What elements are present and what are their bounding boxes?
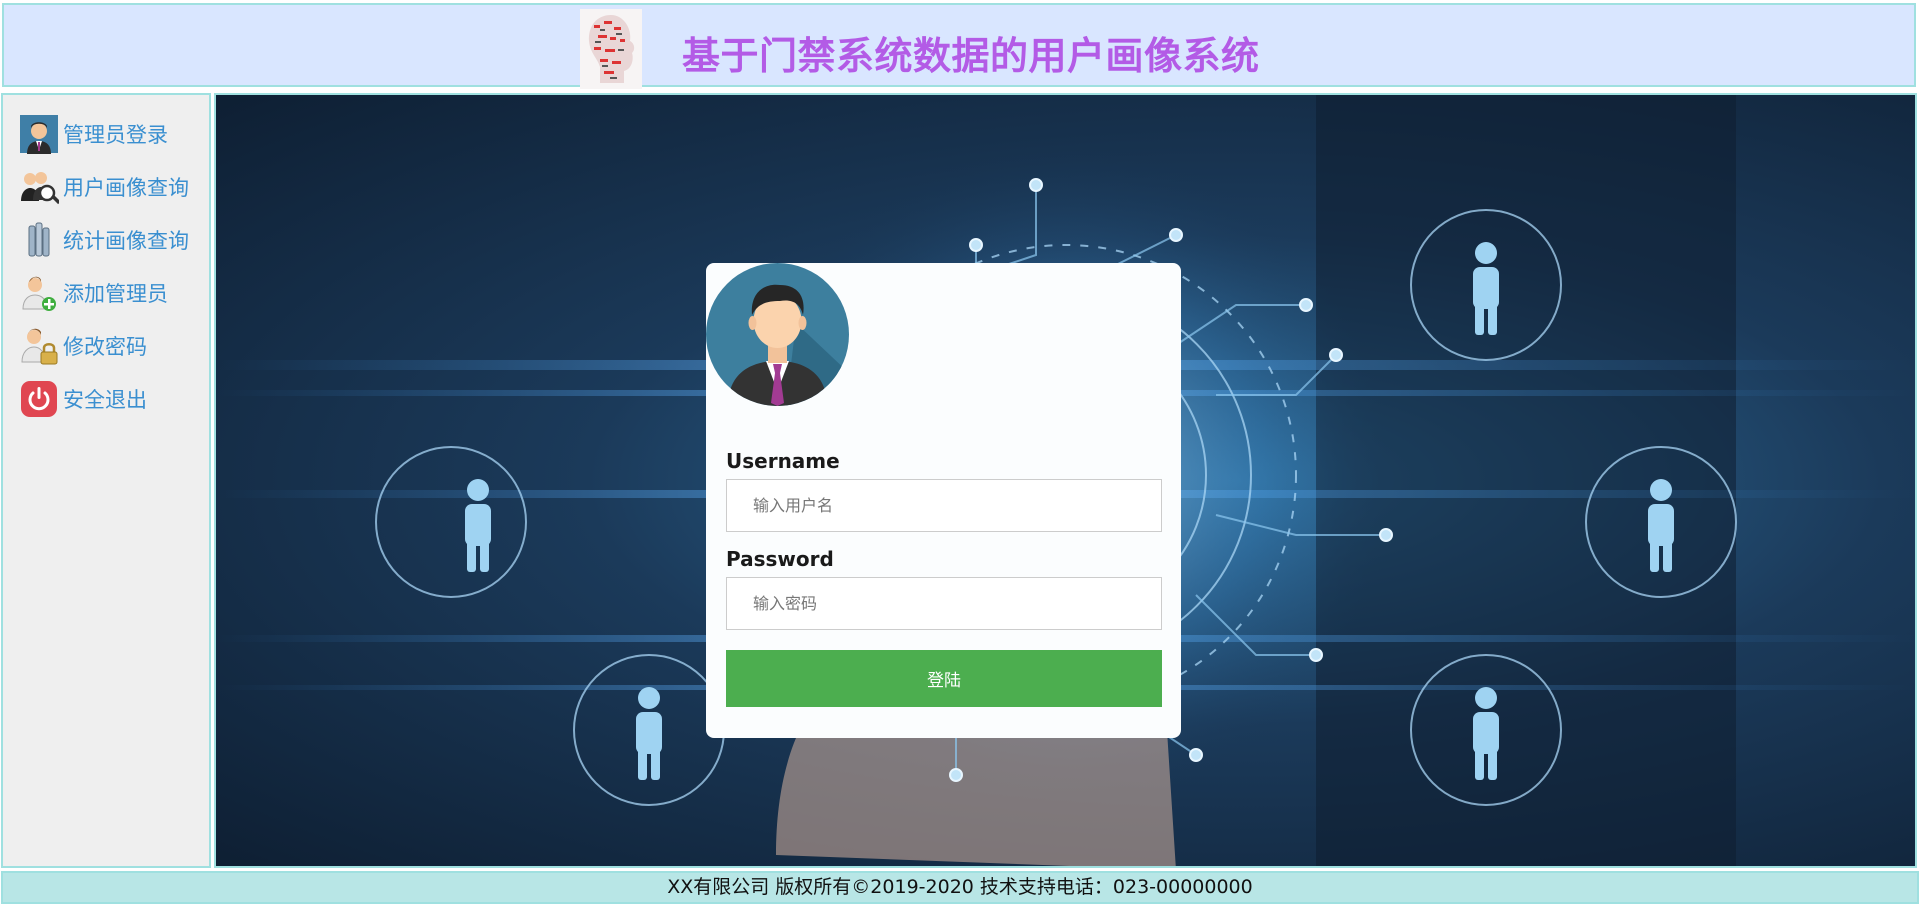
sidebar-item-label: 添加管理员 bbox=[63, 282, 168, 306]
password-input[interactable] bbox=[726, 577, 1162, 630]
sidebar-item-change-password[interactable]: 修改密码 bbox=[19, 326, 147, 366]
admin-avatar-icon bbox=[20, 115, 58, 154]
login-button[interactable]: 登陆 bbox=[726, 650, 1162, 707]
logo-icon bbox=[580, 9, 642, 89]
footer: XX有限公司 版权所有©2019-2020 技术支持电话：023-0000000… bbox=[1, 871, 1919, 904]
copyright-text: XX有限公司 版权所有©2019-2020 技术支持电话：023-0000000… bbox=[667, 876, 1253, 898]
user-avatar-icon bbox=[706, 263, 849, 406]
page-title: 基于门禁系统数据的用户画像系统 bbox=[682, 34, 1260, 78]
sidebar-item-label: 管理员登录 bbox=[63, 123, 168, 147]
user-lock-icon bbox=[21, 328, 58, 365]
sidebar-item-admin-login[interactable]: 管理员登录 bbox=[19, 114, 168, 154]
username-label: Username bbox=[726, 449, 840, 473]
sidebar-item-statistics-query[interactable]: 统计画像查询 bbox=[19, 220, 189, 260]
add-user-icon bbox=[22, 276, 56, 311]
hero-background-image: Username Password 登陆 bbox=[214, 93, 1917, 868]
sidebar: 管理员登录 用户画像查询 统计画像查询 添加管理员 修改密码 安全退出 bbox=[1, 93, 211, 868]
statistics-icon bbox=[28, 222, 50, 257]
login-card: Username Password 登陆 bbox=[706, 263, 1181, 738]
header-bar: 基于门禁系统数据的用户画像系统 bbox=[2, 3, 1916, 89]
sidebar-item-label: 统计画像查询 bbox=[63, 229, 189, 253]
sidebar-item-logout[interactable]: 安全退出 bbox=[19, 379, 147, 419]
user-search-icon bbox=[21, 172, 59, 205]
sidebar-item-user-portrait-query[interactable]: 用户画像查询 bbox=[19, 167, 189, 207]
sidebar-item-add-admin[interactable]: 添加管理员 bbox=[19, 273, 168, 313]
password-label: Password bbox=[726, 547, 834, 571]
sidebar-item-label: 用户画像查询 bbox=[63, 176, 189, 200]
power-icon bbox=[21, 381, 57, 417]
username-input[interactable] bbox=[726, 479, 1162, 532]
sidebar-item-label: 修改密码 bbox=[63, 335, 147, 359]
sidebar-item-label: 安全退出 bbox=[63, 388, 147, 412]
